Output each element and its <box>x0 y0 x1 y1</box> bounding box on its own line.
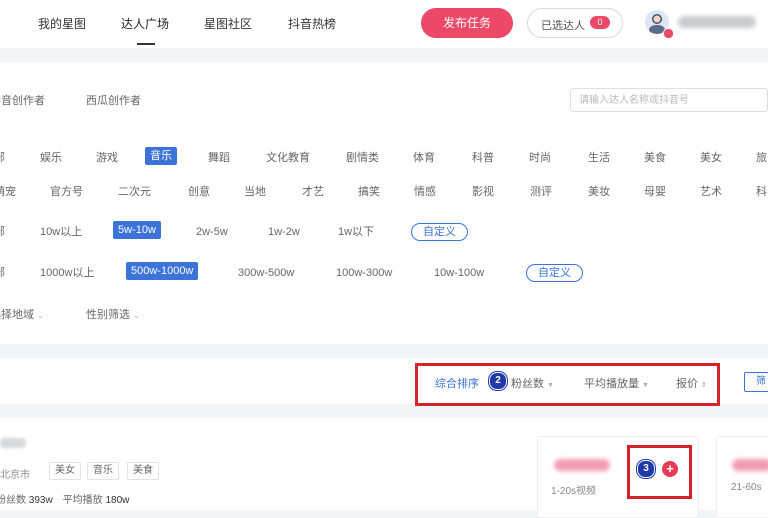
category-anime[interactable]: 二次元 <box>118 183 151 201</box>
plays-all[interactable]: 全部 <box>0 264 5 282</box>
category-tech[interactable]: 科 <box>756 183 767 201</box>
add-talent-button[interactable]: + <box>662 461 678 477</box>
search-box[interactable] <box>570 88 768 112</box>
active-nav-underline <box>137 43 155 45</box>
region-dropdown[interactable]: 选择地域⌄ <box>0 306 44 322</box>
selected-count-badge: 0 <box>590 16 610 29</box>
selected-talents-label: 已选达人 <box>541 20 585 32</box>
category-sports[interactable]: 体育 <box>413 149 435 167</box>
fans-custom-button[interactable]: 自定义 <box>411 223 468 241</box>
category-art[interactable]: 艺术 <box>700 183 722 201</box>
fans-5w-10w[interactable]: 5w-10w <box>113 221 161 239</box>
nav-community[interactable]: 星图社区 <box>204 15 252 32</box>
category-official[interactable]: 官方号 <box>50 183 83 201</box>
category-music[interactable]: 音乐 <box>145 147 177 165</box>
plays-10w-100w[interactable]: 10w-100w <box>434 264 484 282</box>
talent-name-blurred <box>0 438 26 448</box>
category-fashion[interactable]: 时尚 <box>529 149 551 167</box>
category-science[interactable]: 科普 <box>472 149 494 167</box>
fans-stat-label: 粉丝数 <box>0 495 26 506</box>
filter-action-button[interactable]: 筛 <box>744 372 768 392</box>
nav-my-xingtu[interactable]: 我的星图 <box>38 15 86 32</box>
category-film[interactable]: 影视 <box>472 183 494 201</box>
avg-play-stat-label: 平均播放 <box>62 495 103 506</box>
category-all[interactable]: 全部 <box>0 149 5 167</box>
category-entertainment[interactable]: 娱乐 <box>40 149 62 167</box>
fans-2w-5w[interactable]: 2w-5w <box>196 223 228 241</box>
talent-tag: 美食 <box>127 462 159 480</box>
category-creative[interactable]: 创意 <box>188 183 210 201</box>
chevron-down-icon: ⌄ <box>133 311 140 320</box>
fans-all[interactable]: 全部 <box>0 223 5 241</box>
sort-options-highlight <box>415 363 720 406</box>
category-education[interactable]: 文化教育 <box>266 149 310 167</box>
category-funny[interactable]: 搞笑 <box>358 183 380 201</box>
category-beauty[interactable]: 美女 <box>700 149 722 167</box>
talent-location: 北京市 <box>0 470 30 481</box>
fans-stat-value: 393w <box>28 495 53 506</box>
price-value-blurred <box>554 459 610 471</box>
step-marker-3: 3 <box>637 460 655 478</box>
tab-xigua-creators[interactable]: 西瓜创作者 <box>86 92 141 108</box>
tab-douyin-creators[interactable]: 抖音创作者 <box>0 92 45 108</box>
talent-stats: 粉丝数 393w 平均播放 180w <box>0 491 139 506</box>
talent-tag: 美女 <box>49 462 81 480</box>
plays-custom-button[interactable]: 自定义 <box>526 264 583 282</box>
gender-dropdown[interactable]: 性别筛选 ⌄ <box>86 306 140 322</box>
category-emotion[interactable]: 情感 <box>414 183 436 201</box>
notification-dot <box>663 28 674 39</box>
price-label-21-60s: 21-60s <box>731 482 762 493</box>
fans-1w-2w[interactable]: 1w-2w <box>268 223 300 241</box>
category-local[interactable]: 当地 <box>244 183 266 201</box>
fans-10w-plus[interactable]: 10w以上 <box>40 223 82 241</box>
category-makeup[interactable]: 美妆 <box>588 183 610 201</box>
price-value-blurred <box>732 459 768 471</box>
avg-play-stat-value: 180w <box>105 495 130 506</box>
top-navigation-bar: 我的星图 达人广场 星图社区 抖音热榜 发布任务 已选达人 0 <box>0 0 768 48</box>
selected-talents-button[interactable]: 已选达人 0 <box>527 8 623 38</box>
price-card-long-video <box>716 436 768 518</box>
category-food[interactable]: 美食 <box>644 149 666 167</box>
category-review[interactable]: 测评 <box>530 183 552 201</box>
category-pets[interactable]: 萌宠 <box>0 183 16 201</box>
username-blurred <box>678 16 756 28</box>
fans-under-1w[interactable]: 1w以下 <box>338 223 374 241</box>
category-drama[interactable]: 剧情类 <box>346 149 379 167</box>
price-label-1-20s: 1-20s视频 <box>551 486 597 497</box>
tab-douyin-label: 抖音创作者 <box>0 95 45 107</box>
nav-douyin-hot[interactable]: 抖音热榜 <box>288 15 336 32</box>
search-input[interactable] <box>579 90 759 110</box>
plays-100w-300w[interactable]: 100w-300w <box>336 264 392 282</box>
category-dance[interactable]: 舞蹈 <box>208 149 230 167</box>
talent-tag: 音乐 <box>87 462 119 480</box>
nav-talent-square[interactable]: 达人广场 <box>121 15 169 32</box>
publish-task-button[interactable]: 发布任务 <box>421 8 513 38</box>
category-life[interactable]: 生活 <box>588 149 610 167</box>
category-talent[interactable]: 才艺 <box>302 183 324 201</box>
region-dropdown-label: 选择地域 <box>0 309 34 321</box>
category-travel[interactable]: 旅 <box>756 149 767 167</box>
plays-1000w-plus[interactable]: 1000w以上 <box>40 264 94 282</box>
chevron-down-icon: ⌄ <box>37 311 44 320</box>
plays-500w-1000w[interactable]: 500w-1000w <box>126 262 199 280</box>
gender-dropdown-label: 性别筛选 <box>86 309 130 321</box>
plays-300w-500w[interactable]: 300w-500w <box>238 264 294 282</box>
category-mother-baby[interactable]: 母婴 <box>644 183 666 201</box>
filter-panel: 抖音创作者 西瓜创作者 全部 娱乐 游戏 音乐 舞蹈 文化教育 剧情类 体育 科… <box>0 62 768 344</box>
category-game[interactable]: 游戏 <box>96 149 118 167</box>
